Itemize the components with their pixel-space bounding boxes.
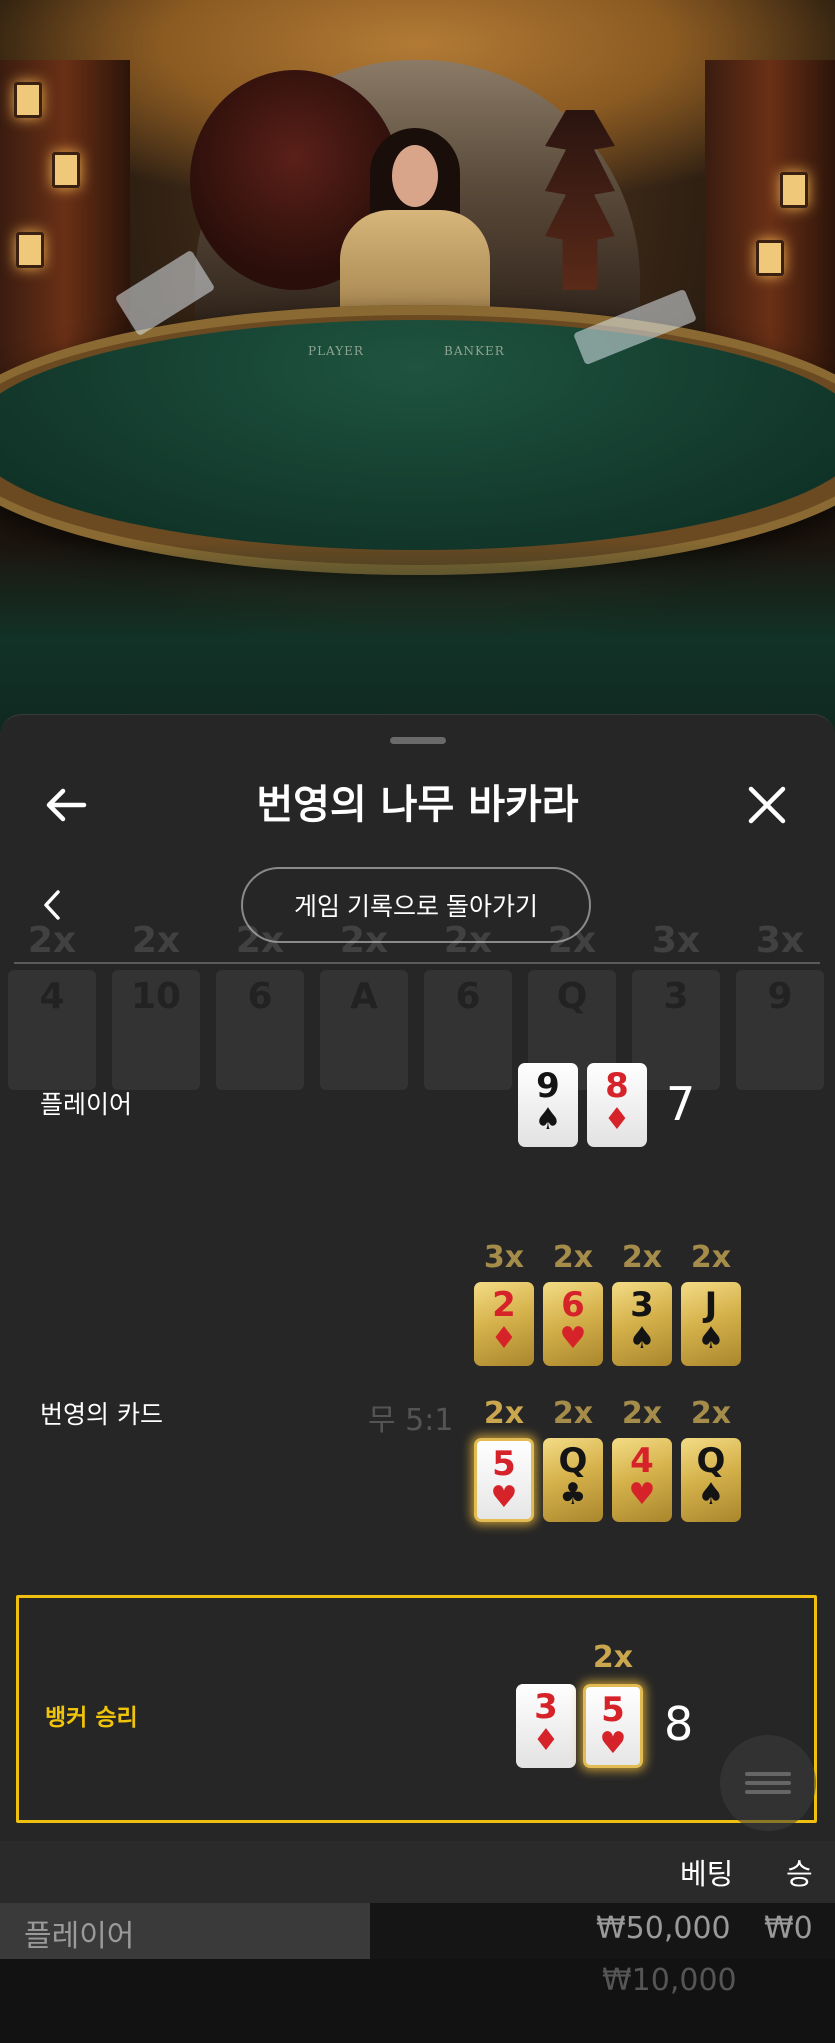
- diamond-icon: ♦: [603, 1102, 631, 1137]
- prosperity-row-label: 번영의 카드: [40, 1400, 163, 1429]
- back-button[interactable]: [36, 775, 96, 835]
- game-details-sheet: 번영의 나무 바카라 게임 기록으로 돌아가기 2x 2x 2x 2x 2x 2…: [0, 714, 835, 2043]
- table-row: 플레이어 ₩50,000 ₩0: [0, 1903, 835, 1959]
- win-column-header: 승: [786, 1857, 813, 1891]
- back-to-history-button[interactable]: 게임 기록으로 돌아가기: [241, 867, 591, 943]
- close-button[interactable]: [737, 775, 797, 835]
- live-dealer-video: PLAYER BANKER: [0, 0, 835, 740]
- ghost-card: 6: [216, 970, 304, 1090]
- prosperity-card: 6 ♥: [543, 1282, 603, 1366]
- prosperity-card-highlighted: 5 ♥: [474, 1438, 534, 1522]
- card-rank: 8: [605, 1066, 629, 1106]
- card-rank: Q: [696, 1441, 726, 1481]
- card-multiplier: 3x: [483, 1240, 525, 1275]
- card-multiplier: 2x: [552, 1396, 594, 1431]
- sheet-header: 번영의 나무 바카라: [0, 765, 835, 845]
- prosperity-card: 3 ♠: [612, 1282, 672, 1366]
- lantern-icon: [16, 232, 44, 268]
- bet-summary-table: 번영의 나무 바카라 베팅 승 플레이어 ₩50,000 ₩0 ₩10,000: [0, 1841, 835, 2043]
- divider: [14, 962, 820, 964]
- dealer-face: [392, 145, 438, 207]
- spade-icon: ♠: [628, 1321, 656, 1356]
- bet-amount: ₩10,000: [602, 1963, 737, 1998]
- ghost-card: A: [320, 970, 408, 1090]
- prosperity-card: 4 ♥: [612, 1438, 672, 1522]
- arrow-left-icon: [46, 788, 87, 822]
- card-rank: 9: [536, 1066, 560, 1106]
- table-row: ₩10,000: [0, 1959, 835, 2043]
- card-rank: 4: [630, 1441, 654, 1481]
- card-rank: 3: [630, 1285, 654, 1325]
- lantern-icon: [756, 240, 784, 276]
- lantern-icon: [14, 82, 42, 118]
- card-multiplier: 2x: [690, 1396, 732, 1431]
- card-rank: 5: [492, 1444, 516, 1484]
- ghost-card: 10: [112, 970, 200, 1090]
- hamburger-icon: [745, 1767, 791, 1799]
- scene-fade: [0, 540, 835, 740]
- playing-card: 3 ♦: [516, 1684, 576, 1768]
- heart-icon: ♥: [599, 1726, 627, 1761]
- previous-round-button[interactable]: [28, 875, 76, 935]
- card-rank: 2: [492, 1285, 516, 1325]
- diamond-icon: ♦: [532, 1723, 560, 1758]
- lantern-icon: [780, 172, 808, 208]
- card-rank: 6: [561, 1285, 585, 1325]
- winning-hand-box: 뱅커 승리: [16, 1595, 817, 1823]
- chevron-left-icon: [44, 890, 60, 920]
- playing-card-highlighted: 5 ♥: [583, 1684, 643, 1768]
- heart-icon: ♥: [490, 1480, 518, 1515]
- bet-column-header: 베팅: [680, 1857, 734, 1891]
- win-amount: ₩0: [764, 1911, 813, 1946]
- ghost-card: 4: [8, 970, 96, 1090]
- close-icon: [748, 786, 786, 824]
- heart-icon: ♥: [628, 1477, 656, 1512]
- banker-win-label: 뱅커 승리: [45, 1705, 138, 1731]
- spade-icon: ♠: [697, 1477, 725, 1512]
- playing-card: 8 ♦: [587, 1063, 647, 1147]
- table-felt: [0, 320, 835, 550]
- bet-name: 플레이어: [24, 1919, 135, 1954]
- prosperity-card: 2 ♦: [474, 1282, 534, 1366]
- card-rank: Q: [558, 1441, 588, 1481]
- player-score: 7: [666, 1077, 696, 1131]
- lantern-icon: [52, 152, 80, 188]
- card-multiplier: 2x: [552, 1240, 594, 1275]
- ghost-card: 6: [424, 970, 512, 1090]
- club-icon: ♣: [559, 1477, 587, 1512]
- menu-button[interactable]: [720, 1735, 816, 1831]
- history-nav: 게임 기록으로 돌아가기: [0, 863, 835, 953]
- card-rank: 3: [534, 1687, 558, 1727]
- ghost-card: 9: [736, 970, 824, 1090]
- heart-icon: ♥: [559, 1321, 587, 1356]
- felt-banker-label: BANKER: [444, 344, 505, 358]
- page-title: 번영의 나무 바카라: [256, 782, 579, 828]
- spade-icon: ♠: [697, 1321, 725, 1356]
- table-header: 베팅 승: [0, 1841, 835, 1903]
- prosperity-card: J ♠: [681, 1282, 741, 1366]
- prosperity-card: Q ♠: [681, 1438, 741, 1522]
- banker-score: 8: [664, 1697, 694, 1751]
- card-multiplier: 2x: [592, 1640, 634, 1675]
- spade-icon: ♠: [534, 1102, 562, 1137]
- card-rank: 5: [601, 1690, 625, 1730]
- card-rank: J: [704, 1285, 718, 1325]
- card-multiplier: 2x: [690, 1240, 732, 1275]
- bet-amount: ₩50,000: [596, 1911, 731, 1946]
- player-row-label: 플레이어: [40, 1090, 133, 1119]
- drag-handle[interactable]: [390, 737, 446, 744]
- card-multiplier: 2x: [621, 1396, 663, 1431]
- playing-card: 9 ♠: [518, 1063, 578, 1147]
- ghost-text: 무 5:1: [368, 1403, 454, 1438]
- prosperity-card: Q ♣: [543, 1438, 603, 1522]
- card-multiplier: 2x: [483, 1396, 525, 1431]
- felt-player-label: PLAYER: [308, 344, 364, 358]
- diamond-icon: ♦: [490, 1321, 518, 1356]
- card-multiplier: 2x: [621, 1240, 663, 1275]
